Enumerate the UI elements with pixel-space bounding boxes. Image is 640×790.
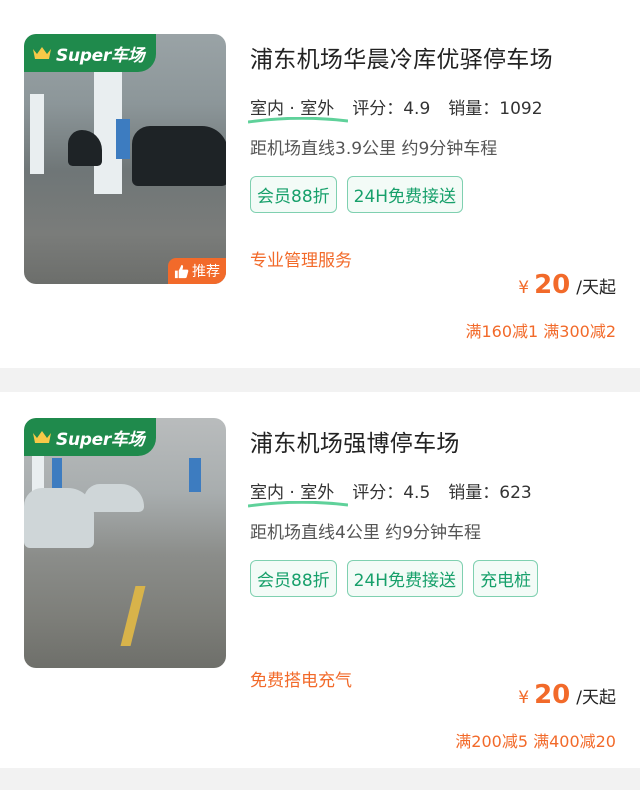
location-type: 室内 · 室外: [248, 94, 348, 124]
tag-charging: 充电桩: [473, 560, 539, 597]
parking-card[interactable]: Super车场 浦东机场强博停车场 室内 · 室外 评分：4.5 销量：623 …: [0, 392, 640, 768]
parking-meta: 室内 · 室外 评分：4.5 销量：623: [248, 478, 622, 508]
card-divider: [0, 768, 640, 790]
tag-shuttle: 24H免费接送: [346, 176, 464, 213]
price-unit: /天起: [576, 278, 616, 298]
rating: 评分：4.9: [352, 99, 431, 119]
distance-text: 距机场直线3.9公里 约9分钟车程: [250, 139, 498, 159]
price-unit: /天起: [576, 688, 616, 708]
parking-card[interactable]: Super车场 推荐 浦东机场华晨冷库优驿停车场 室内 · 室外 评分：4.9 …: [0, 0, 640, 368]
location-type-label: 室内 · 室外: [250, 99, 335, 119]
location-underline-decor: [248, 117, 348, 124]
parking-title: 浦东机场强博停车场: [250, 431, 460, 457]
price: ¥ 20 /天起: [518, 680, 616, 710]
location-type-label: 室内 · 室外: [250, 483, 335, 503]
badge-label: Super车场: [56, 429, 145, 450]
promo-text: 满200减5 满400减20: [455, 732, 616, 751]
sales-count: 销量：1092: [448, 99, 543, 119]
recommend-label: 推荐: [192, 264, 220, 280]
tag-member-discount: 会员88折: [250, 176, 337, 213]
tag-member-discount: 会员88折: [250, 560, 337, 597]
tag-shuttle: 24H免费接送: [346, 560, 464, 597]
price-value: 20: [534, 270, 571, 300]
super-parking-badge: Super车场: [24, 418, 156, 456]
service-text: 专业管理服务: [250, 251, 352, 271]
price-value: 20: [534, 680, 571, 710]
crown-icon: [33, 47, 51, 59]
currency-symbol: ¥: [518, 688, 530, 708]
promo-text: 满160减1 满300减2: [465, 322, 616, 341]
currency-symbol: ¥: [518, 278, 530, 298]
distance-text: 距机场直线4公里 约9分钟车程: [250, 523, 482, 543]
parking-photo[interactable]: Super车场: [24, 418, 226, 668]
parking-info: 浦东机场强博停车场: [250, 424, 622, 458]
location-underline-decor: [248, 501, 348, 508]
price: ¥ 20 /天起: [518, 270, 616, 300]
crown-icon: [33, 431, 51, 443]
tag-list: 会员88折 24H免费接送: [250, 176, 622, 225]
parking-meta: 室内 · 室外 评分：4.9 销量：1092: [248, 94, 622, 124]
badge-label: Super车场: [56, 45, 145, 66]
parking-info: 浦东机场华晨冷库优驿停车场: [250, 40, 622, 74]
sales-count: 销量：623: [448, 483, 532, 503]
parking-photo[interactable]: Super车场 推荐: [24, 34, 226, 284]
recommend-badge: 推荐: [168, 258, 226, 284]
location-type: 室内 · 室外: [248, 478, 348, 508]
super-parking-badge: Super车场: [24, 34, 156, 72]
tag-list: 会员88折 24H免费接送 充电桩: [250, 560, 622, 609]
parking-title: 浦东机场华晨冷库优驿停车场: [250, 47, 553, 73]
card-divider: [0, 368, 640, 392]
rating: 评分：4.5: [352, 483, 431, 503]
parking-list: Super车场 推荐 浦东机场华晨冷库优驿停车场 室内 · 室外 评分：4.9 …: [0, 0, 640, 790]
thumbs-up-icon: [174, 264, 189, 278]
